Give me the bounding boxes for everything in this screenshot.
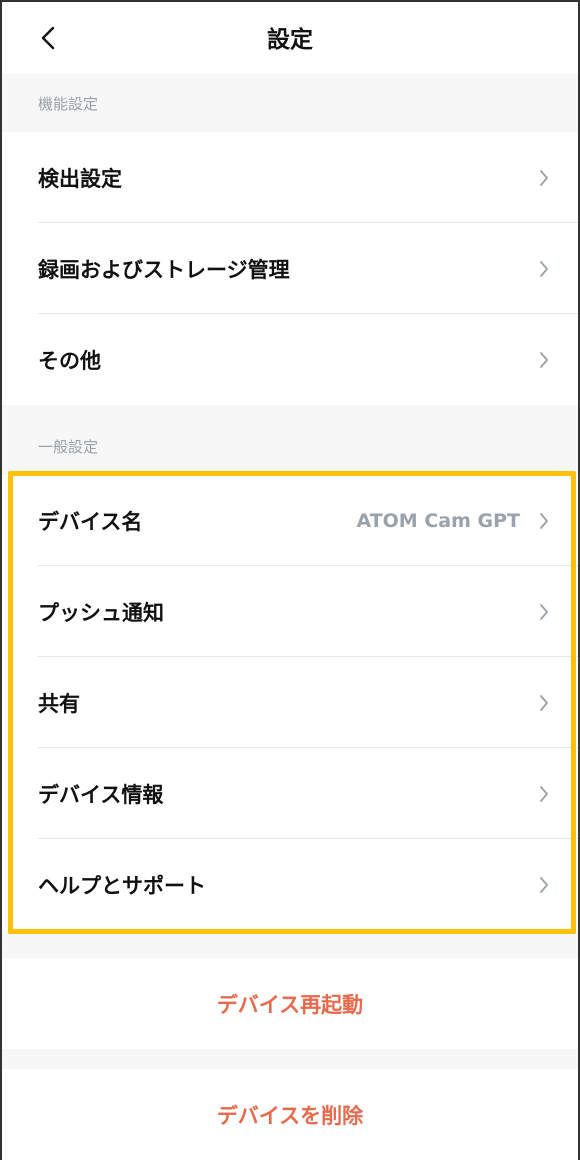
chevron-right-icon <box>540 785 548 802</box>
general-settings-group: デバイス名 ATOM Cam GPT プッシュ通知 共有 デバイス情報 ヘルプと… <box>0 471 580 934</box>
delete-device-label: デバイスを削除 <box>216 1103 364 1128</box>
spacer <box>0 1049 580 1069</box>
chevron-right-icon <box>540 169 548 186</box>
settings-item-label: デバイス情報 <box>38 782 164 807</box>
section-header-function: 機能設定 <box>0 74 580 132</box>
settings-item-label: 録画およびストレージ管理 <box>38 257 290 282</box>
settings-item-label: その他 <box>38 348 101 373</box>
settings-item-help-support[interactable]: ヘルプとサポート <box>0 839 580 930</box>
settings-item-other[interactable]: その他 <box>0 314 580 405</box>
section-header-general: 一般設定 <box>0 405 580 475</box>
settings-item-label: ヘルプとサポート <box>38 873 206 898</box>
nav-bar: 設定 <box>0 0 580 74</box>
page-title: 設定 <box>267 27 313 53</box>
settings-item-label: プッシュ通知 <box>38 600 164 625</box>
chevron-right-icon <box>540 512 548 529</box>
restart-device-label: デバイス再起動 <box>216 992 364 1017</box>
settings-item-device-name[interactable]: デバイス名 ATOM Cam GPT <box>0 475 580 566</box>
settings-item-device-info[interactable]: デバイス情報 <box>0 748 580 839</box>
restart-device-button[interactable]: デバイス再起動 <box>0 958 580 1049</box>
chevron-right-icon <box>540 603 548 620</box>
device-name-value: ATOM Cam GPT <box>356 509 520 532</box>
settings-item-label: 検出設定 <box>38 166 122 191</box>
settings-item-share[interactable]: 共有 <box>0 657 580 748</box>
settings-item-detection[interactable]: 検出設定 <box>0 132 580 223</box>
delete-device-button[interactable]: デバイスを削除 <box>0 1069 580 1160</box>
spacer <box>0 930 580 958</box>
settings-item-push-notification[interactable]: プッシュ通知 <box>0 566 580 657</box>
chevron-right-icon <box>540 876 548 893</box>
settings-item-label: デバイス名 <box>38 509 143 534</box>
chevron-right-icon <box>540 694 548 711</box>
settings-item-label: 共有 <box>38 691 80 716</box>
chevron-right-icon <box>540 351 548 368</box>
settings-item-recording-storage[interactable]: 録画およびストレージ管理 <box>0 223 580 314</box>
chevron-right-icon <box>540 260 548 277</box>
